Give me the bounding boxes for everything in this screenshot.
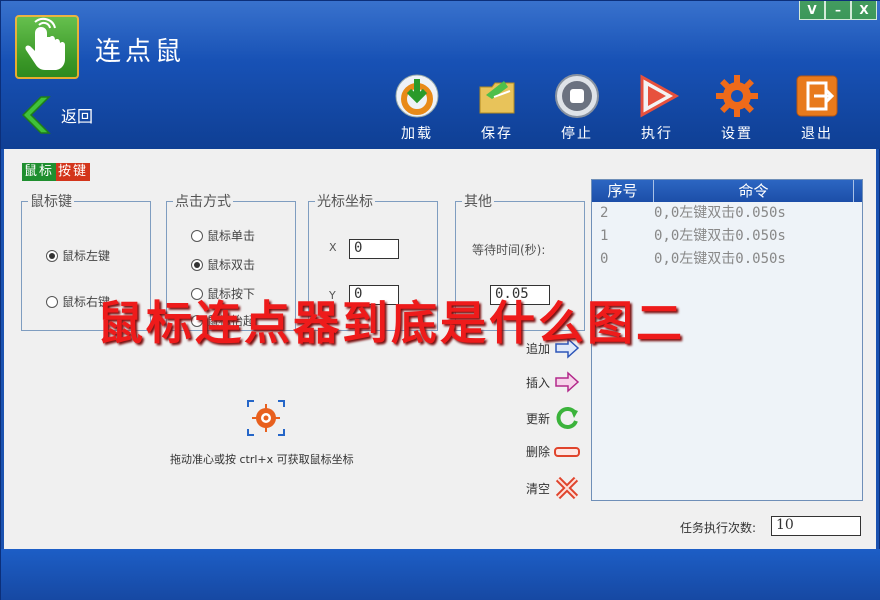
click-double-radio[interactable]: 鼠标双击 <box>191 256 255 273</box>
header-index[interactable]: 序号 <box>592 180 654 202</box>
mouse-left-label: 鼠标左键 <box>62 249 111 263</box>
delete-icon <box>554 446 581 457</box>
command-row[interactable]: 1 0,0左键双击0.050s <box>592 225 862 248</box>
radio-icon <box>46 295 58 308</box>
other-title: 其他 <box>464 194 492 210</box>
update-label: 更新 <box>526 411 551 426</box>
radio-selected-icon <box>46 249 58 262</box>
mode-tag-mouse[interactable]: 鼠标 <box>22 163 57 181</box>
refresh-icon <box>556 407 579 429</box>
gear-icon <box>716 75 758 117</box>
toolbar-run-button[interactable]: 执行 <box>627 73 687 143</box>
toolbar-load-button[interactable]: 加载 <box>387 73 447 143</box>
insert-button[interactable]: 插入 <box>526 371 580 393</box>
toolbar-stop-button[interactable]: 停止 <box>547 73 607 143</box>
toolbar-settings-button[interactable]: 设置 <box>707 73 767 143</box>
cursor-coords-title: 光标坐标 <box>317 194 373 210</box>
app-title: 连点鼠 <box>95 37 186 67</box>
toolbar-run-label: 执行 <box>641 126 673 142</box>
toolbar-stop-label: 停止 <box>561 126 593 142</box>
app-logo-icon <box>15 15 79 79</box>
back-arrow-icon <box>21 96 51 134</box>
toolbar-save-button[interactable]: 保存 <box>467 73 527 143</box>
click-single-radio[interactable]: 鼠标单击 <box>191 227 255 244</box>
exit-icon <box>796 75 838 117</box>
toolbar-settings-label: 设置 <box>721 126 753 142</box>
mouse-left-radio[interactable]: 鼠标左键 <box>46 247 110 264</box>
app-window: V – X 连点鼠 返回 加载 保存 停止 执行 设置 退出 鼠标 按键 鼠标键… <box>0 0 880 600</box>
back-label: 返回 <box>61 107 94 126</box>
x-label: X <box>329 241 337 254</box>
click-single-label: 鼠标单击 <box>207 229 256 243</box>
play-icon <box>640 74 680 118</box>
title-bar: V – X 连点鼠 返回 加载 保存 停止 执行 设置 退出 <box>1 1 880 149</box>
task-count-field[interactable]: 10 <box>771 516 861 536</box>
update-button[interactable]: 更新 <box>526 405 580 431</box>
toolbar-exit-button[interactable]: 退出 <box>787 73 847 143</box>
collapse-button[interactable]: V <box>799 1 825 20</box>
toolbar-load-label: 加载 <box>401 126 433 142</box>
mouse-key-title: 鼠标键 <box>30 194 72 210</box>
toolbar-exit-label: 退出 <box>801 126 833 142</box>
stop-icon <box>555 74 599 118</box>
click-mode-title: 点击方式 <box>175 194 231 210</box>
command-index: 0 <box>600 251 609 267</box>
header-command[interactable]: 命令 <box>654 180 854 202</box>
crosshair-target-icon[interactable] <box>246 399 286 437</box>
command-rows: 2 0,0左键双击0.050s 1 0,0左键双击0.050s 0 0,0左键双击0.05… <box>592 202 862 271</box>
insert-arrow-icon <box>555 371 580 393</box>
hint-text: 拖动准心或按 ctrl+x 可获取鼠标坐标 <box>170 453 354 466</box>
close-button[interactable]: X <box>851 1 877 20</box>
toolbar-save-label: 保存 <box>481 126 513 142</box>
x-coord-field[interactable]: 0 <box>349 239 399 259</box>
watermark-overlay-text: 鼠标连点器到底是什么图二 <box>97 296 685 350</box>
command-text: 0,0左键双击0.050s <box>654 228 786 244</box>
command-index: 2 <box>600 205 609 221</box>
wait-time-label: 等待时间(秒): <box>472 243 546 257</box>
delete-button[interactable]: 删除 <box>526 443 581 460</box>
back-button[interactable]: 返回 <box>19 95 93 135</box>
mode-tag: 鼠标 按键 <box>22 163 91 181</box>
command-text: 0,0左键双击0.050s <box>654 251 786 267</box>
insert-label: 插入 <box>526 375 551 390</box>
delete-label: 删除 <box>526 445 551 459</box>
save-icon <box>479 81 515 114</box>
command-row[interactable]: 0 0,0左键双击0.050s <box>592 248 862 271</box>
bottom-bar <box>1 549 880 600</box>
load-icon <box>395 74 439 118</box>
clear-label: 清空 <box>526 481 551 496</box>
command-text: 0,0左键双击0.050s <box>654 205 786 221</box>
task-count-label: 任务执行次数: <box>680 521 757 535</box>
click-double-label: 鼠标双击 <box>207 258 256 272</box>
radio-icon <box>191 229 203 242</box>
clear-x-icon <box>555 476 579 500</box>
minimize-button[interactable]: – <box>825 1 851 20</box>
command-row[interactable]: 2 0,0左键双击0.050s <box>592 202 862 225</box>
command-index: 1 <box>600 228 609 244</box>
window-controls: V – X <box>799 1 877 20</box>
command-list-header: 序号 命令 <box>592 180 862 202</box>
clear-button[interactable]: 清空 <box>526 475 580 501</box>
mode-tag-key[interactable]: 按键 <box>56 163 91 181</box>
radio-selected-icon <box>191 258 203 271</box>
